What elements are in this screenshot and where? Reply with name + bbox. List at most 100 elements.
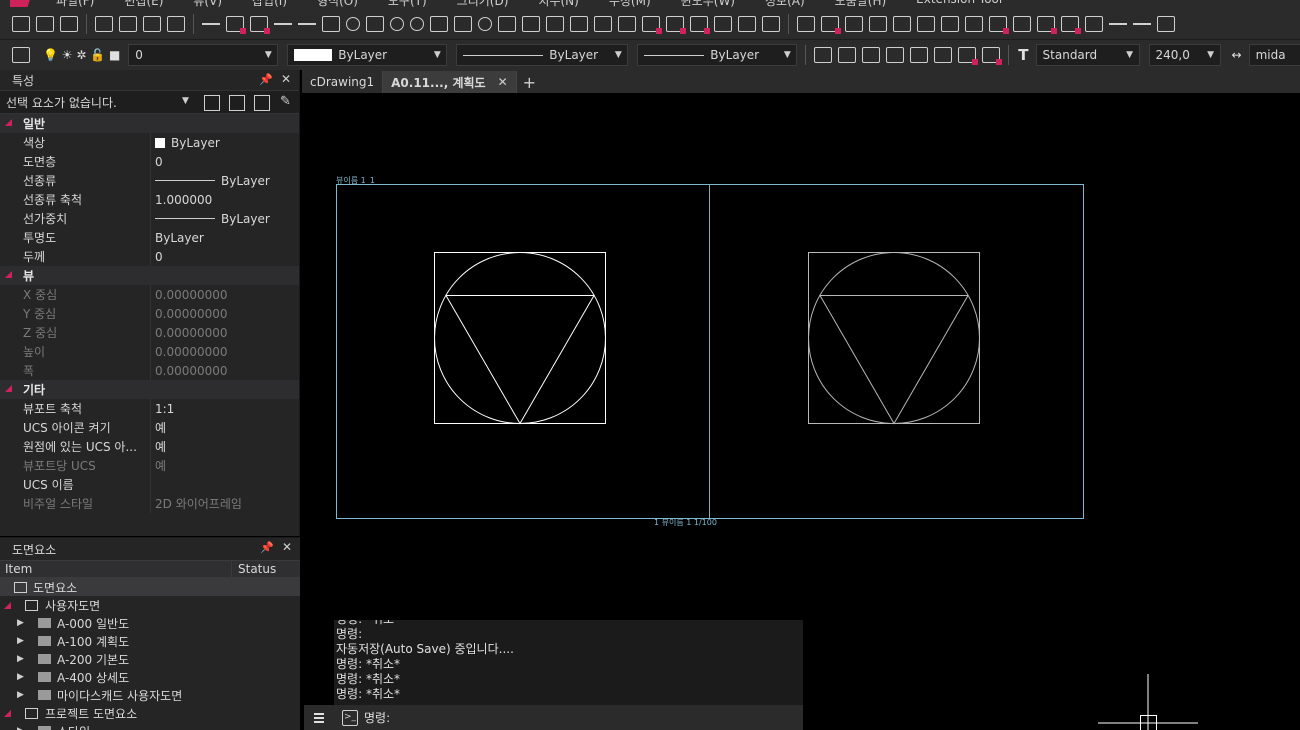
column-status[interactable]: Status: [232, 561, 276, 577]
property-row[interactable]: 두께 0: [0, 247, 299, 266]
property-row[interactable]: UCS 이름: [0, 475, 299, 494]
draw-tool-8-icon[interactable]: [226, 15, 246, 34]
draw-tool-24-icon[interactable]: [594, 15, 612, 32]
property-value-cell[interactable]: 0.00000000: [155, 345, 228, 359]
tab-0[interactable]: cDrawing1: [302, 71, 384, 93]
layer-dropdown[interactable]: 0 ▼: [128, 44, 279, 66]
property-value-cell[interactable]: 1.000000: [155, 193, 212, 207]
draw-tool-17-icon[interactable]: [430, 15, 448, 32]
draw-tool-7-icon[interactable]: [202, 22, 220, 25]
layer-tool-7-icon[interactable]: [958, 47, 979, 65]
toggle-pickadd-icon[interactable]: ✎: [280, 95, 296, 111]
draw-tool-21-icon[interactable]: [522, 15, 540, 32]
property-row[interactable]: 폭 0.00000000: [0, 361, 299, 380]
tree-item[interactable]: ▶ A-100 계획도: [0, 632, 300, 650]
property-row[interactable]: 뷰포트당 UCS 예: [0, 456, 299, 475]
draw-tool-16-icon[interactable]: [410, 16, 424, 31]
draw-tool-30-icon[interactable]: [738, 15, 756, 32]
text-style-icon[interactable]: T: [1018, 46, 1028, 64]
property-value-cell[interactable]: 예: [155, 419, 166, 436]
property-row[interactable]: 색상 ByLayer: [0, 133, 299, 152]
draw-tool-35-icon[interactable]: [869, 15, 887, 32]
layer-tool-3-icon[interactable]: [862, 47, 881, 63]
property-category[interactable]: 기타: [0, 380, 299, 399]
draw-tool-11-icon[interactable]: [298, 22, 316, 25]
pin-icon[interactable]: 📌: [259, 73, 273, 86]
linetype-dropdown[interactable]: ByLayer ▼: [456, 44, 629, 66]
left-circle[interactable]: [434, 252, 606, 424]
collapse-triangle-icon[interactable]: [4, 602, 11, 609]
draw-tool-28-icon[interactable]: [690, 15, 710, 34]
draw-tool-46-icon[interactable]: [1133, 22, 1151, 25]
property-value-cell[interactable]: ByLayer: [155, 136, 220, 150]
property-row[interactable]: UCS 아이콘 켜기 예: [0, 418, 299, 437]
layer-tool-5-icon[interactable]: [910, 47, 929, 63]
expand-arrow-icon[interactable]: ▶: [17, 636, 24, 646]
tree-item[interactable]: ▶ 스타일: [0, 722, 300, 730]
collapse-triangle-icon[interactable]: [5, 119, 12, 126]
dim-style-icon[interactable]: ↔: [1232, 48, 1242, 62]
command-line[interactable]: >_ 명령:: [304, 705, 803, 730]
property-value-cell[interactable]: 0.00000000: [155, 307, 228, 321]
collapse-triangle-icon[interactable]: [5, 271, 12, 278]
layer-tool-8-icon[interactable]: [982, 47, 1003, 65]
draw-tool-44-icon[interactable]: [1085, 15, 1103, 32]
property-value-cell[interactable]: ByLayer: [155, 212, 270, 226]
select-objects-icon[interactable]: [229, 95, 245, 111]
tree-item[interactable]: 사용자도면: [0, 596, 300, 614]
property-value-cell[interactable]: ByLayer: [155, 174, 270, 188]
draw-tool-33-icon[interactable]: [821, 15, 841, 34]
tab-1[interactable]: A0.11..., 계획도 ✕: [383, 71, 517, 93]
pin-icon[interactable]: 📌: [260, 541, 274, 554]
lineweight-dropdown[interactable]: ByLayer ▼: [637, 44, 798, 66]
layer-tool-2-icon[interactable]: [838, 47, 857, 63]
draw-tool-4-icon[interactable]: [119, 15, 137, 32]
quick-select-icon[interactable]: [204, 95, 220, 111]
draw-tool-42-icon[interactable]: [1037, 15, 1057, 34]
add-tab-icon[interactable]: +: [523, 71, 536, 93]
draw-tool-0-icon[interactable]: [12, 15, 30, 32]
property-value-cell[interactable]: 1:1: [155, 402, 174, 416]
app-logo-icon[interactable]: [10, 0, 32, 7]
property-value-cell[interactable]: 0: [155, 155, 163, 169]
expand-arrow-icon[interactable]: ▶: [17, 618, 24, 628]
property-row[interactable]: Y 중심 0.00000000: [0, 304, 299, 323]
expand-arrow-icon[interactable]: ▶: [17, 690, 24, 700]
tree-item[interactable]: ▶ A-000 일반도: [0, 614, 300, 632]
property-row[interactable]: 원점에 있는 UCS 아... 예: [0, 437, 299, 456]
property-category[interactable]: 일반: [0, 114, 299, 133]
tree-item[interactable]: ▶ 마이다스캐드 사용자도면: [0, 686, 300, 704]
property-value-cell[interactable]: 0: [155, 250, 163, 264]
property-row[interactable]: 뷰포트 축척 1:1: [0, 399, 299, 418]
property-row[interactable]: Z 중심 0.00000000: [0, 323, 299, 342]
draw-tool-27-icon[interactable]: [666, 15, 686, 34]
draw-tool-5-icon[interactable]: [143, 15, 161, 32]
draw-tool-39-icon[interactable]: [965, 15, 983, 32]
property-value-cell[interactable]: 예: [155, 438, 166, 455]
draw-tool-45-icon[interactable]: [1109, 22, 1127, 25]
draw-tool-31-icon[interactable]: [762, 15, 780, 32]
dim-style-dropdown[interactable]: mida: [1248, 44, 1300, 66]
expand-arrow-icon[interactable]: ▶: [17, 672, 24, 682]
pick-icon[interactable]: [254, 95, 270, 111]
close-icon[interactable]: ✕: [498, 75, 508, 89]
draw-tool-43-icon[interactable]: [1061, 15, 1081, 34]
draw-tool-38-icon[interactable]: [941, 15, 959, 32]
close-icon[interactable]: ✕: [281, 72, 291, 86]
draw-tool-14-icon[interactable]: [366, 15, 384, 32]
draw-tool-10-icon[interactable]: [274, 22, 292, 25]
property-category[interactable]: 뷰: [0, 266, 299, 285]
draw-tool-13-icon[interactable]: [346, 16, 360, 31]
layer-tool-6-icon[interactable]: [934, 47, 953, 63]
right-square[interactable]: [808, 252, 980, 424]
property-value-cell[interactable]: 0.00000000: [155, 326, 228, 340]
expand-arrow-icon[interactable]: ▶: [17, 654, 24, 664]
column-item[interactable]: Item: [0, 561, 232, 577]
left-triangle[interactable]: [445, 295, 595, 425]
property-row[interactable]: 비주얼 스타일 2D 와이어프레임: [0, 494, 299, 513]
draw-tool-40-icon[interactable]: [989, 15, 1009, 34]
collapse-triangle-icon[interactable]: [5, 385, 12, 392]
tree-item[interactable]: ▶ A-200 기본도: [0, 650, 300, 668]
draw-tool-47-icon[interactable]: [1157, 15, 1175, 32]
property-row[interactable]: X 중심 0.00000000: [0, 285, 299, 304]
